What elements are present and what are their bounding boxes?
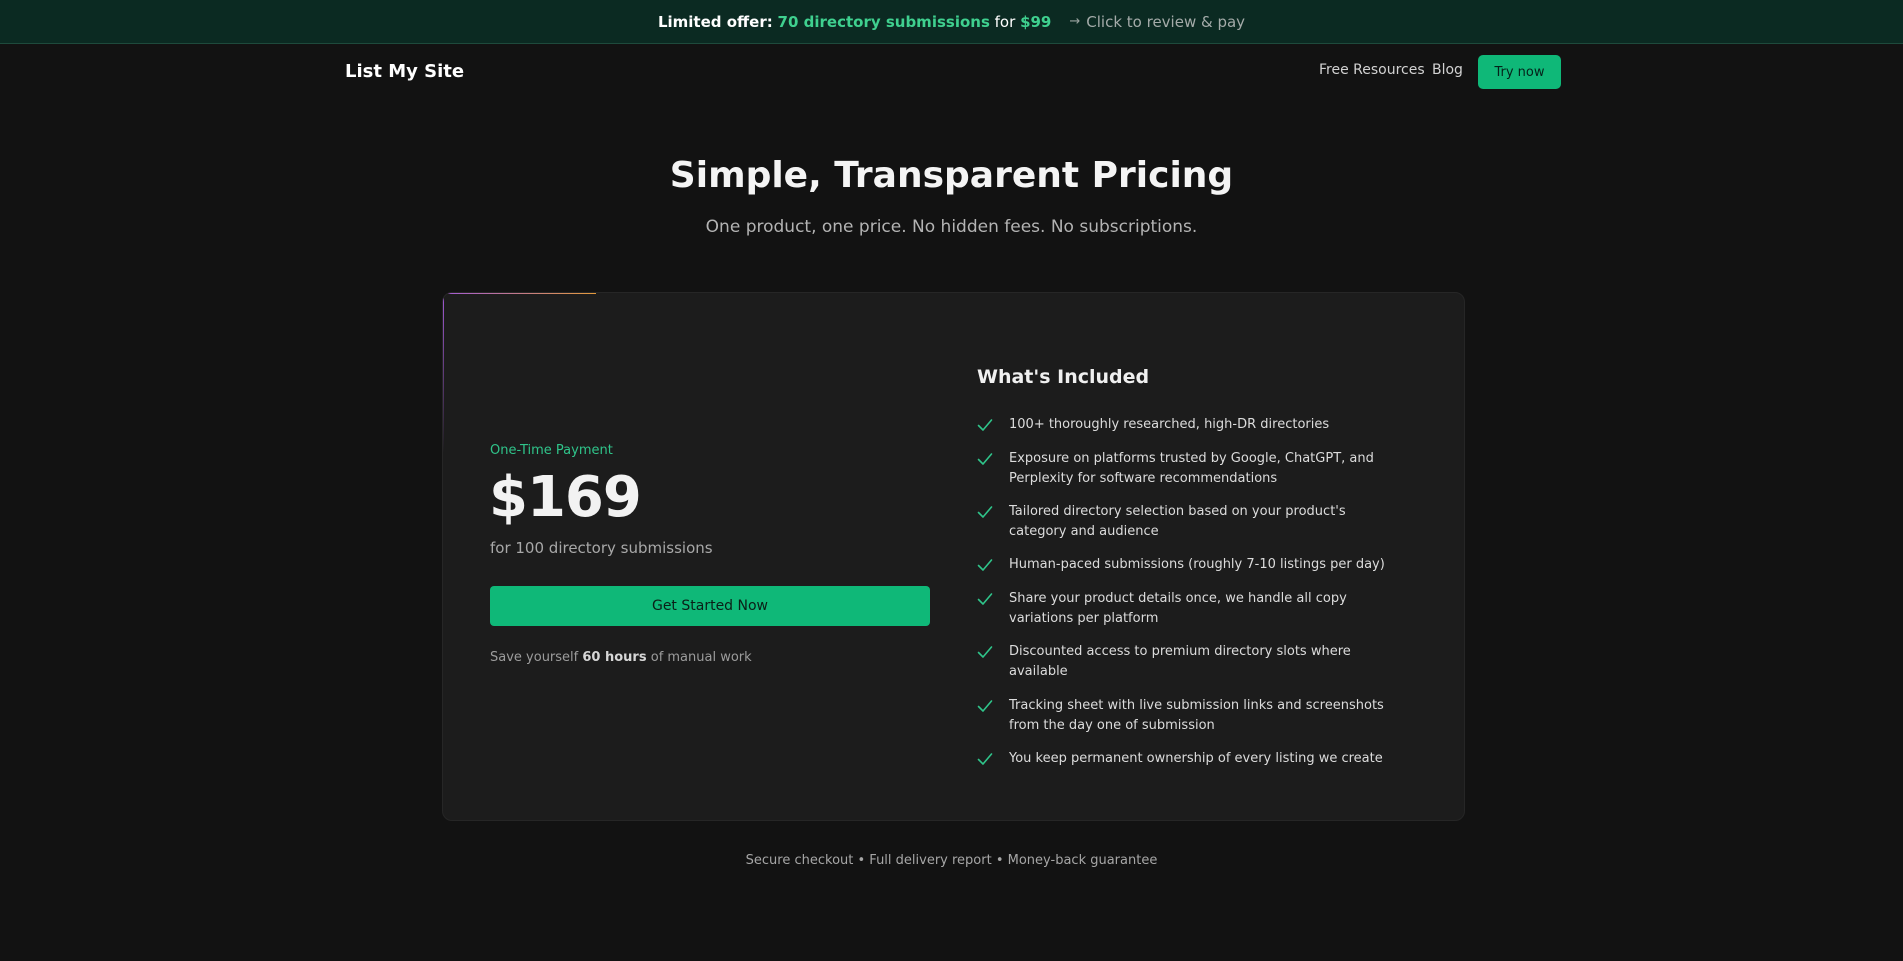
pricing-card: One-Time Payment $169 for 100 directory …	[442, 292, 1465, 821]
get-started-button[interactable]: Get Started Now	[490, 586, 930, 626]
promo-banner[interactable]: Limited offer: 70 directory submissions …	[0, 0, 1903, 44]
feature-item: Discounted access to premium directory s…	[977, 642, 1407, 682]
nav-link-blog[interactable]: Blog	[1432, 62, 1463, 78]
card-accent-border-top	[443, 293, 596, 294]
try-now-button[interactable]: Try now	[1478, 55, 1561, 89]
payment-type-label: One-Time Payment	[490, 443, 613, 458]
feature-item: Share your product details once, we hand…	[977, 589, 1407, 629]
check-icon	[977, 555, 1009, 575]
check-icon	[977, 642, 1009, 662]
check-icon	[977, 749, 1009, 769]
arrow-right-icon: →	[1069, 14, 1081, 29]
feature-text: You keep permanent ownership of every li…	[1009, 751, 1383, 766]
feature-list: 100+ thoroughly researched, high-DR dire…	[977, 415, 1407, 769]
page-title: Simple, Transparent Pricing	[669, 155, 1234, 196]
check-icon	[977, 449, 1009, 469]
included-heading: What's Included	[977, 366, 1150, 388]
feature-item: Tracking sheet with live submission link…	[977, 696, 1407, 736]
price-value: $169	[489, 465, 642, 530]
feature-text: Tracking sheet with live submission link…	[1009, 698, 1384, 733]
feature-item: Human-paced submissions (roughly 7-10 li…	[977, 555, 1407, 575]
banner-offer: 70 directory submissions	[777, 12, 990, 31]
banner-cta-link[interactable]: Click to review & pay	[1086, 13, 1245, 31]
feature-text: 100+ thoroughly researched, high-DR dire…	[1009, 417, 1330, 432]
check-icon	[977, 502, 1009, 522]
feature-text: Discounted access to premium directory s…	[1009, 644, 1351, 679]
page-subtitle: One product, one price. No hidden fees. …	[705, 217, 1198, 237]
feature-item: You keep permanent ownership of every li…	[977, 749, 1407, 769]
feature-item: Exposure on platforms trusted by Google,…	[977, 449, 1407, 489]
feature-text: Exposure on platforms trusted by Google,…	[1009, 451, 1374, 486]
price-description: for 100 directory submissions	[490, 539, 713, 557]
check-icon	[977, 589, 1009, 609]
save-hours: 60 hours	[582, 650, 647, 665]
banner-price: $99	[1020, 12, 1052, 31]
save-suffix: of manual work	[650, 650, 752, 665]
nav-link-free-resources[interactable]: Free Resources	[1319, 62, 1425, 78]
feature-text: Tailored directory selection based on yo…	[1009, 504, 1346, 539]
save-prefix: Save yourself	[490, 650, 579, 665]
card-accent-border-left	[443, 293, 444, 453]
feature-item: 100+ thoroughly researched, high-DR dire…	[977, 415, 1407, 435]
top-nav: List My Site Free Resources Blog Try now	[0, 44, 1903, 98]
trust-footer-note: Secure checkout • Full delivery report •…	[745, 853, 1158, 868]
feature-text: Human-paced submissions (roughly 7-10 li…	[1009, 557, 1385, 572]
banner-for-word: for	[994, 12, 1016, 31]
check-icon	[977, 415, 1009, 435]
banner-prefix: Limited offer:	[657, 12, 773, 31]
feature-text: Share your product details once, we hand…	[1009, 591, 1347, 626]
site-logo[interactable]: List My Site	[345, 61, 464, 82]
check-icon	[977, 696, 1009, 716]
time-savings-note: Save yourself 60 hours of manual work	[490, 650, 752, 665]
feature-item: Tailored directory selection based on yo…	[977, 502, 1407, 542]
